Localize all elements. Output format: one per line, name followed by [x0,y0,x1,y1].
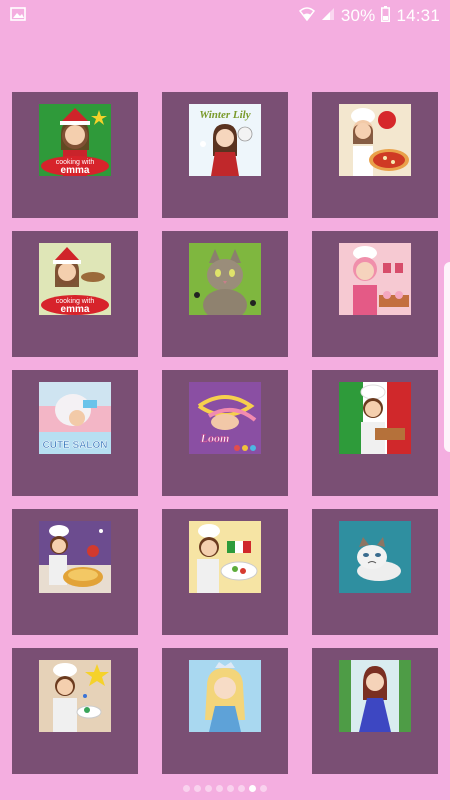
battery-icon [381,5,391,27]
game-tile-winter-lily[interactable]: Winter Lily [162,92,288,218]
page-indicator [0,782,450,794]
status-left [10,6,26,26]
game-tile-cute-salon[interactable]: CUTE SALON [12,370,138,496]
game-tile-grumpy-cat[interactable] [312,509,438,635]
game-tile-cooking-with-emma-christmas-1[interactable]: cooking with emma [12,92,138,218]
game-grid: cooking with emma Winter Lily cooking wi… [12,92,438,774]
cellular-signal-icon [321,6,335,26]
page-dot-4[interactable] [216,784,223,792]
game-tile-cooking-salad-girl[interactable] [162,509,288,635]
loom-bracelet-icon: Loom [189,382,261,454]
game-tile-cat-grooming[interactable] [162,231,288,357]
chef-girl-italy-flag-icon [339,382,411,454]
game-tile-fairy-princess[interactable] [312,648,438,774]
game-thumbnail [39,660,111,732]
chef-girl-pie-icon [39,521,111,593]
page-dot-6[interactable] [238,784,245,792]
game-tile-italian-chef[interactable] [312,370,438,496]
game-tile-loom-bracelets[interactable]: Loom [162,370,288,496]
game-tile-cooking-pie-girl[interactable] [12,509,138,635]
grumpy-cat-icon [339,521,411,593]
game-thumbnail [339,104,411,176]
game-thumbnail: cooking with emma [39,243,111,315]
game-thumbnail: Loom [189,382,261,454]
game-thumbnail [189,521,261,593]
ice-princess-icon [189,660,261,732]
game-tile-cooking-cupcake-girl[interactable] [312,231,438,357]
game-thumbnail [189,243,261,315]
page-dot-1[interactable] [183,784,190,792]
game-thumbnail: cooking with emma [39,104,111,176]
svg-text:emma: emma [61,304,90,315]
game-thumbnail [339,521,411,593]
game-tile-cooking-with-emma-christmas-2[interactable]: cooking with emma [12,231,138,357]
game-thumbnail [189,660,261,732]
image-notification-icon [10,6,26,26]
status-bar: 30% 14:31 [0,0,450,32]
page-dot-3[interactable] [205,784,212,792]
wifi-icon [298,6,315,26]
battery-percent: 30% [340,6,376,25]
page-dot-2[interactable] [194,784,201,792]
game-thumbnail: Winter Lily [189,104,261,176]
cat-icon [189,243,261,315]
game-tile-cooking-chef-stars[interactable] [12,648,138,774]
svg-text:Loom: Loom [200,431,230,445]
svg-text:emma: emma [61,165,90,176]
cooking-girl-santa-hat-icon: cooking with emma [39,104,111,176]
game-thumbnail [39,521,111,593]
chef-girl-cupcakes-icon [339,243,411,315]
game-thumbnail [339,243,411,315]
svg-text:CUTE SALON: CUTE SALON [43,440,108,451]
game-thumbnail [339,382,411,454]
cooking-girl-santa-hat-icon: cooking with emma [39,243,111,315]
game-thumbnail: CUTE SALON [39,382,111,454]
game-tile-cooking-pizza-girl[interactable] [312,92,438,218]
game-tile-ice-princess[interactable] [162,648,288,774]
page-dot-8[interactable] [260,784,267,792]
chef-girl-pizza-icon [339,104,411,176]
page-dot-5[interactable] [227,784,234,792]
clock-time: 14:31 [396,6,440,25]
svg-text:Winter Lily: Winter Lily [199,109,250,121]
chef-girl-stars-icon [39,660,111,732]
winter-girl-icon: Winter Lily [189,104,261,176]
salon-icon: CUTE SALON [39,382,111,454]
game-thumbnail [339,660,411,732]
status-right: 30% 14:31 [298,5,440,27]
chef-girl-salad-icon [189,521,261,593]
side-panel-handle[interactable] [444,262,450,452]
fairy-princess-icon [339,660,411,732]
page-dot-7[interactable] [249,784,256,792]
